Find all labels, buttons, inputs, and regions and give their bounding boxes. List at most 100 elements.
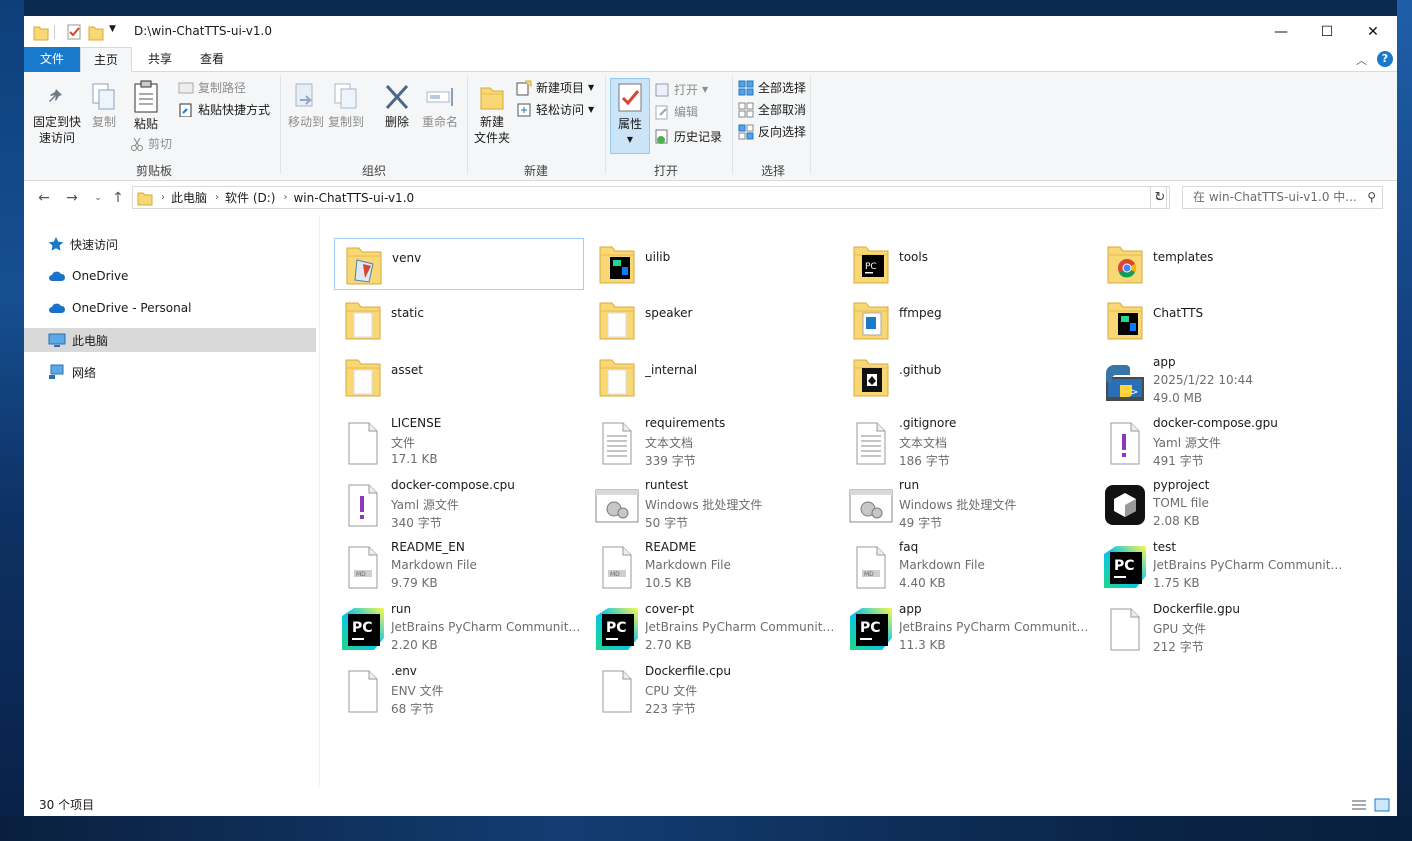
properties-button[interactable]: 属性 ▼ [610,78,650,154]
file-size: 2.20 KB [391,638,438,652]
file-item[interactable]: venv [334,238,584,290]
file-item[interactable]: LICENSE 文件 17.1 KB [334,412,584,474]
file-name: LICENSE [391,416,442,430]
sidebar-item-network[interactable]: 网络 [24,360,316,384]
copy-to-button[interactable]: 复制到 [326,82,366,130]
help-icon[interactable]: ? [1377,51,1393,67]
file-item[interactable]: > app 2025/1/22 10:44 49.0 MB [1096,351,1346,407]
sidebar-item-onedrive[interactable]: OneDrive [24,264,316,288]
blank-icon [340,668,386,714]
forward-arrow-icon[interactable]: → [62,190,82,206]
file-item[interactable]: uilib [588,238,838,290]
collapse-ribbon-icon[interactable]: ︿ [1356,52,1367,68]
file-item[interactable]: PC app JetBrains PyCharm Community... 11.3 … [842,598,1092,660]
qa-dropdown-icon[interactable]: ▼ [109,24,116,42]
edit-icon [655,105,668,120]
file-size: 491 字节 [1153,454,1204,468]
file-item[interactable]: speaker [588,294,838,346]
file-item[interactable]: PC test JetBrains PyCharm Community... 1.75… [1096,536,1346,598]
tab-view[interactable]: 查看 [188,47,236,72]
file-item[interactable]: PC tools [842,238,1092,290]
file-name: README [645,540,697,554]
maximize-button[interactable]: ☐ [1304,16,1350,47]
back-arrow-icon[interactable]: ← [34,190,54,206]
file-item[interactable]: docker-compose.cpu Yaml 源文件 340 字节 [334,474,584,536]
file-item[interactable]: static [334,294,584,346]
file-item[interactable]: PC run JetBrains PyCharm Community... 2.20 … [334,598,584,660]
file-item[interactable]: .gitignore 文本文档 186 字节 [842,412,1092,474]
new-item-button[interactable]: 新建项目 ▼ [516,78,594,98]
large-icons-view-icon[interactable] [1374,798,1390,812]
file-type: ENV 文件 [391,684,444,698]
search-icon: ⚲ [1367,190,1376,204]
file-name: .gitignore [899,416,957,430]
easy-access-button[interactable]: 轻松访问 ▼ [516,100,594,120]
file-item[interactable]: templates [1096,238,1346,290]
pin-quick-access-button[interactable]: 固定到快 速访问 [30,82,84,146]
sidebar-item-this-pc[interactable]: 此电脑 [24,328,316,352]
file-item[interactable]: PC cover-pt JetBrains PyCharm Community...… [588,598,838,660]
paste-button[interactable]: 粘贴 [128,80,164,132]
properties-quick-icon[interactable] [66,23,82,41]
new-folder-button[interactable]: 新建 文件夹 [470,82,514,146]
file-item[interactable]: runtest Windows 批处理文件 50 字节 [588,474,838,536]
new-folder-quick-icon[interactable] [88,23,104,41]
rename-button[interactable]: 重命名 [418,82,462,130]
group-separator [467,76,468,174]
file-item[interactable]: .env ENV 文件 68 字节 [334,660,584,722]
open-button[interactable]: 打开 ▼ [654,80,708,100]
delete-button[interactable]: 删除 [378,82,416,130]
recent-locations-chevron-icon[interactable]: ⌄ [88,193,108,203]
edit-button[interactable]: 编辑 [654,102,698,122]
file-item[interactable]: .github [842,351,1092,407]
search-box[interactable]: 在 win-ChatTTS-ui-v1.0 中... ⚲ [1182,186,1383,209]
address-bar[interactable]: › 此电脑 › 软件 (D:) › win-ChatTTS-ui-v1.0 ⌄ [132,186,1167,209]
history-button[interactable]: 历史记录 [654,127,722,147]
folder-icon [340,297,386,343]
file-item[interactable]: ffmpeg [842,294,1092,346]
minimize-button[interactable]: — [1258,16,1304,47]
breadcrumb-drive-d[interactable]: 软件 (D:) [225,189,275,206]
file-item[interactable]: Dockerfile.cpu CPU 文件 223 字节 [588,660,838,722]
file-item[interactable]: Dockerfile.gpu GPU 文件 212 字节 [1096,598,1346,660]
up-arrow-icon[interactable]: ↑ [108,190,128,206]
tab-file[interactable]: 文件 [24,47,80,72]
file-item[interactable]: pyproject TOML file 2.08 KB [1096,474,1346,536]
invert-selection-button[interactable]: 反向选择 [738,122,806,142]
file-item[interactable]: asset [334,351,584,407]
breadcrumb-this-pc[interactable]: 此电脑 [171,189,207,206]
file-size: 223 字节 [645,702,696,716]
file-item[interactable]: MD faq Markdown File 4.40 KB [842,536,1092,598]
group-label-organize: 组织 [361,164,386,178]
ribbon: 固定到快 速访问 复制 粘贴 复制路径 粘贴快捷方式 剪切 剪贴板 移动到 复制… [24,72,1397,181]
file-item[interactable]: requirements 文本文档 339 字节 [588,412,838,474]
select-all-button[interactable]: 全部选择 [738,78,806,98]
cut-button[interactable]: 剪切 [130,134,172,154]
properties-icon [618,83,642,112]
sidebar-item-quick-access[interactable]: 快速访问 [24,232,316,256]
breadcrumb-current-folder[interactable]: win-ChatTTS-ui-v1.0 [293,191,414,205]
star-icon [48,237,64,251]
select-none-button[interactable]: 全部取消 [738,100,806,120]
copy-button[interactable]: 复制 [86,82,122,130]
file-type: JetBrains PyCharm Community... [391,620,581,634]
cut-label: 剪切 [148,137,173,151]
move-to-button[interactable]: 移动到 [286,82,326,130]
file-item[interactable]: run Windows 批处理文件 49 字节 [842,474,1092,536]
copy-path-button[interactable]: 复制路径 [178,78,246,98]
sidebar-item-onedrive-personal[interactable]: OneDrive - Personal [24,296,316,320]
file-item[interactable]: _internal [588,351,838,407]
close-button[interactable]: ✕ [1350,16,1396,47]
details-view-icon[interactable] [1351,798,1367,812]
paste-shortcut-button[interactable]: 粘贴快捷方式 [178,100,270,120]
file-item[interactable]: ChatTTS [1096,294,1346,346]
pycharm-icon: PC [848,606,894,652]
md-icon: MD [340,544,386,590]
refresh-icon[interactable]: ↻ [1150,186,1170,209]
file-item[interactable]: docker-compose.gpu Yaml 源文件 491 字节 [1096,412,1346,474]
file-item[interactable]: MD README_EN Markdown File 9.79 KB [334,536,584,598]
tab-home[interactable]: 主页 [80,47,132,73]
pin-label-1: 固定到快 [32,115,81,129]
file-item[interactable]: MD README Markdown File 10.5 KB [588,536,838,598]
tab-share[interactable]: 共享 [136,47,184,72]
